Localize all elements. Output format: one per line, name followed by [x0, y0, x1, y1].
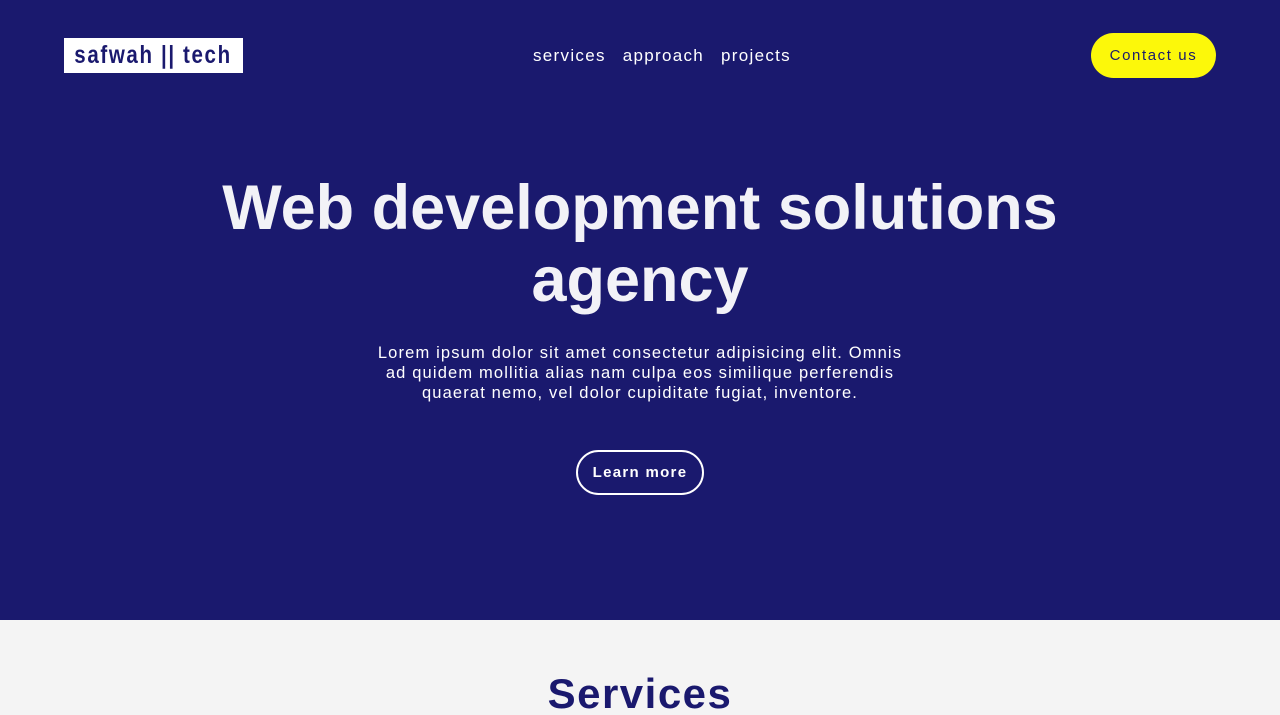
hero-title: Web development solutions agency — [222, 173, 1058, 315]
logo[interactable]: safwah || tech — [64, 38, 243, 73]
nav-link-services[interactable]: services — [533, 45, 606, 67]
nav-link-projects[interactable]: projects — [721, 45, 791, 67]
learn-more-button[interactable]: Learn more — [576, 450, 704, 495]
services-section: Services — [0, 620, 1280, 715]
hero-section: safwah || tech services approach project… — [0, 0, 1280, 620]
main-nav: services approach projects — [533, 45, 791, 67]
hero-description: Lorem ipsum dolor sit amet consectetur a… — [377, 344, 903, 402]
nav-link-approach[interactable]: approach — [623, 45, 704, 67]
contact-us-button[interactable]: Contact us — [1091, 33, 1216, 78]
logo-text: safwah || tech — [74, 41, 233, 69]
services-heading: Services — [547, 670, 733, 715]
